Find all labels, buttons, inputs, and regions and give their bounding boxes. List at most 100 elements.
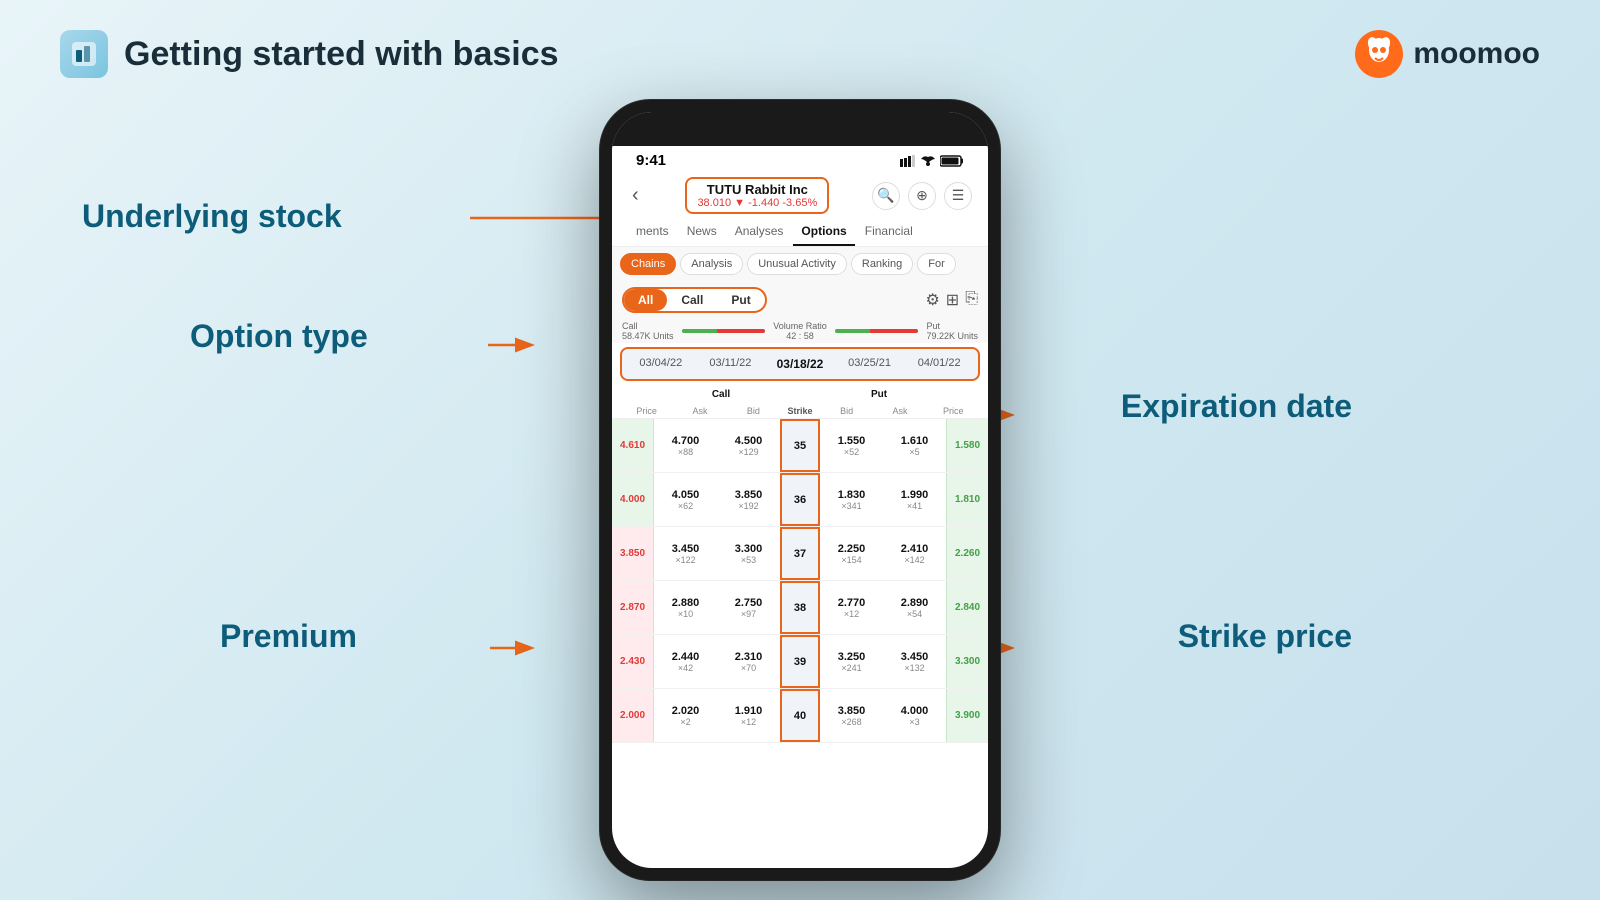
call-price-39[interactable]: 2.430 [612,635,654,688]
view-icon[interactable]: ⊞ [946,290,959,310]
strike-38: 38 [780,581,820,634]
put-ask-36[interactable]: 1.990×41 [883,473,946,526]
date-item-3[interactable]: 03/25/21 [835,355,905,373]
app-title-row: ‹ TUTU Rabbit Inc 38.010 ▼ -1.440 -3.65%… [628,177,972,218]
put-price-40[interactable]: 3.900 [946,689,988,742]
nav-tab-financial[interactable]: Financial [857,218,921,246]
call-price-40[interactable]: 2.000 [612,689,654,742]
call-ask-36[interactable]: 4.050×62 [654,473,717,526]
call-bid-35[interactable]: 4.500×129 [717,419,780,472]
call-price-36[interactable]: 4.000 [612,473,654,526]
call-bid-36[interactable]: 3.850×192 [717,473,780,526]
chip-ranking[interactable]: Ranking [851,253,913,275]
put-ask-37[interactable]: 2.410×142 [883,527,946,580]
table-section-headers: Call Put [612,385,988,404]
copy-icon[interactable]: ⎘ [965,290,978,310]
stock-price-info: 38.010 ▼ -1.440 -3.65% [697,197,817,209]
put-ask-40[interactable]: 4.000×3 [883,689,946,742]
call-ask-39[interactable]: 2.440×42 [654,635,717,688]
put-ask-38[interactable]: 2.890×54 [883,581,946,634]
volume-bar [682,329,766,333]
volume-bar-2 [835,329,919,333]
put-bid-37[interactable]: 2.250×154 [820,527,883,580]
nav-tab-news[interactable]: News [679,218,725,246]
put-volume-bar [717,329,766,333]
more-icon[interactable]: ⊕ [908,182,936,210]
put-bid-35[interactable]: 1.550×52 [820,419,883,472]
label-premium: Premium [220,618,357,655]
header-icon [60,30,108,78]
table-row: 3.850 3.450×122 3.300×53 37 2.250×154 2.… [612,527,988,581]
opt-btn-put[interactable]: Put [717,289,764,311]
option-type-buttons: All Call Put [622,287,767,313]
call-price-38[interactable]: 2.870 [612,581,654,634]
call-bid-40[interactable]: 1.910×12 [717,689,780,742]
put-price-36[interactable]: 1.810 [946,473,988,526]
phone-mockup: 9:41 ‹ TUTU Rabbit Inc 38.010 ▼ [600,100,1000,880]
call-ask-37[interactable]: 3.450×122 [654,527,717,580]
header-left: Getting started with basics [60,30,559,78]
put-volume-title: Put [926,321,978,331]
date-item-2[interactable]: 03/18/22 [765,355,835,373]
call-ask-35[interactable]: 4.700×88 [654,419,717,472]
moomoo-brand-text: moomoo [1413,37,1540,71]
opt-btn-call[interactable]: Call [667,289,717,311]
put-price-39[interactable]: 3.300 [946,635,988,688]
date-item-1[interactable]: 03/11/22 [696,355,766,373]
filter-icon[interactable]: ⚙ [925,290,939,310]
app-header: ‹ TUTU Rabbit Inc 38.010 ▼ -1.440 -3.65%… [612,173,988,247]
call-bid-37[interactable]: 3.300×53 [717,527,780,580]
label-expiration-date: Expiration date [1121,388,1352,425]
strike-39: 39 [780,635,820,688]
nav-tab-options[interactable]: Options [793,218,854,246]
put-volume-units: 79.22K Units [926,331,978,341]
strike-35: 35 [780,419,820,472]
stock-change-val: -1.440 [748,197,779,209]
put-price-37[interactable]: 2.260 [946,527,988,580]
chip-unusual[interactable]: Unusual Activity [747,253,847,275]
put-bid-38[interactable]: 2.770×12 [820,581,883,634]
ch-price-call: Price [620,406,673,416]
put-price-38[interactable]: 2.840 [946,581,988,634]
stock-change-pct: -3.65% [782,197,817,209]
call-ask-38[interactable]: 2.880×10 [654,581,717,634]
put-volume-bar-2 [870,329,919,333]
strike-37: 37 [780,527,820,580]
chip-chains[interactable]: Chains [620,253,676,275]
filter-chips-row: Chains Analysis Unusual Activity Ranking… [612,247,988,281]
table-row: 2.000 2.020×2 1.910×12 40 3.850×268 4.00… [612,689,988,743]
put-bid-39[interactable]: 3.250×241 [820,635,883,688]
put-bid-40[interactable]: 3.850×268 [820,689,883,742]
nav-tab-moments[interactable]: ments [628,218,677,246]
nav-tab-analyses[interactable]: Analyses [727,218,792,246]
call-price-37[interactable]: 3.850 [612,527,654,580]
search-icon[interactable]: 🔍 [872,182,900,210]
chip-for[interactable]: For [917,253,956,275]
put-ask-39[interactable]: 3.450×132 [883,635,946,688]
stock-badge[interactable]: TUTU Rabbit Inc 38.010 ▼ -1.440 -3.65% [685,177,829,214]
col-headers: Price Ask Bid Strike Bid Ask Price [612,404,988,419]
status-bar: 9:41 [612,146,988,173]
opt-btn-all[interactable]: All [624,289,667,311]
menu-icon[interactable]: ☰ [944,182,972,210]
call-volume-bar-2 [835,329,870,333]
put-bid-36[interactable]: 1.830×341 [820,473,883,526]
date-item-0[interactable]: 03/04/22 [626,355,696,373]
table-row: 4.610 4.700×88 4.500×129 35 1.550×52 1.6… [612,419,988,473]
call-bid-38[interactable]: 2.750×97 [717,581,780,634]
call-ask-40[interactable]: 2.020×2 [654,689,717,742]
volume-ratio: Volume Ratio 42 : 58 [773,321,827,341]
label-underlying-stock: Underlying stock [82,198,342,235]
call-price-35[interactable]: 4.610 [612,419,654,472]
back-button[interactable]: ‹ [628,184,643,207]
call-bid-39[interactable]: 2.310×70 [717,635,780,688]
put-ask-35[interactable]: 1.610×5 [883,419,946,472]
put-price-35[interactable]: 1.580 [946,419,988,472]
ch-strike: Strike [780,406,820,416]
phone-notch [612,112,988,146]
chip-analysis[interactable]: Analysis [680,253,743,275]
page-title: Getting started with basics [124,35,559,74]
table-row: 4.000 4.050×62 3.850×192 36 1.830×341 1.… [612,473,988,527]
date-item-4[interactable]: 04/01/22 [904,355,974,373]
app-icons: 🔍 ⊕ ☰ [872,182,972,210]
